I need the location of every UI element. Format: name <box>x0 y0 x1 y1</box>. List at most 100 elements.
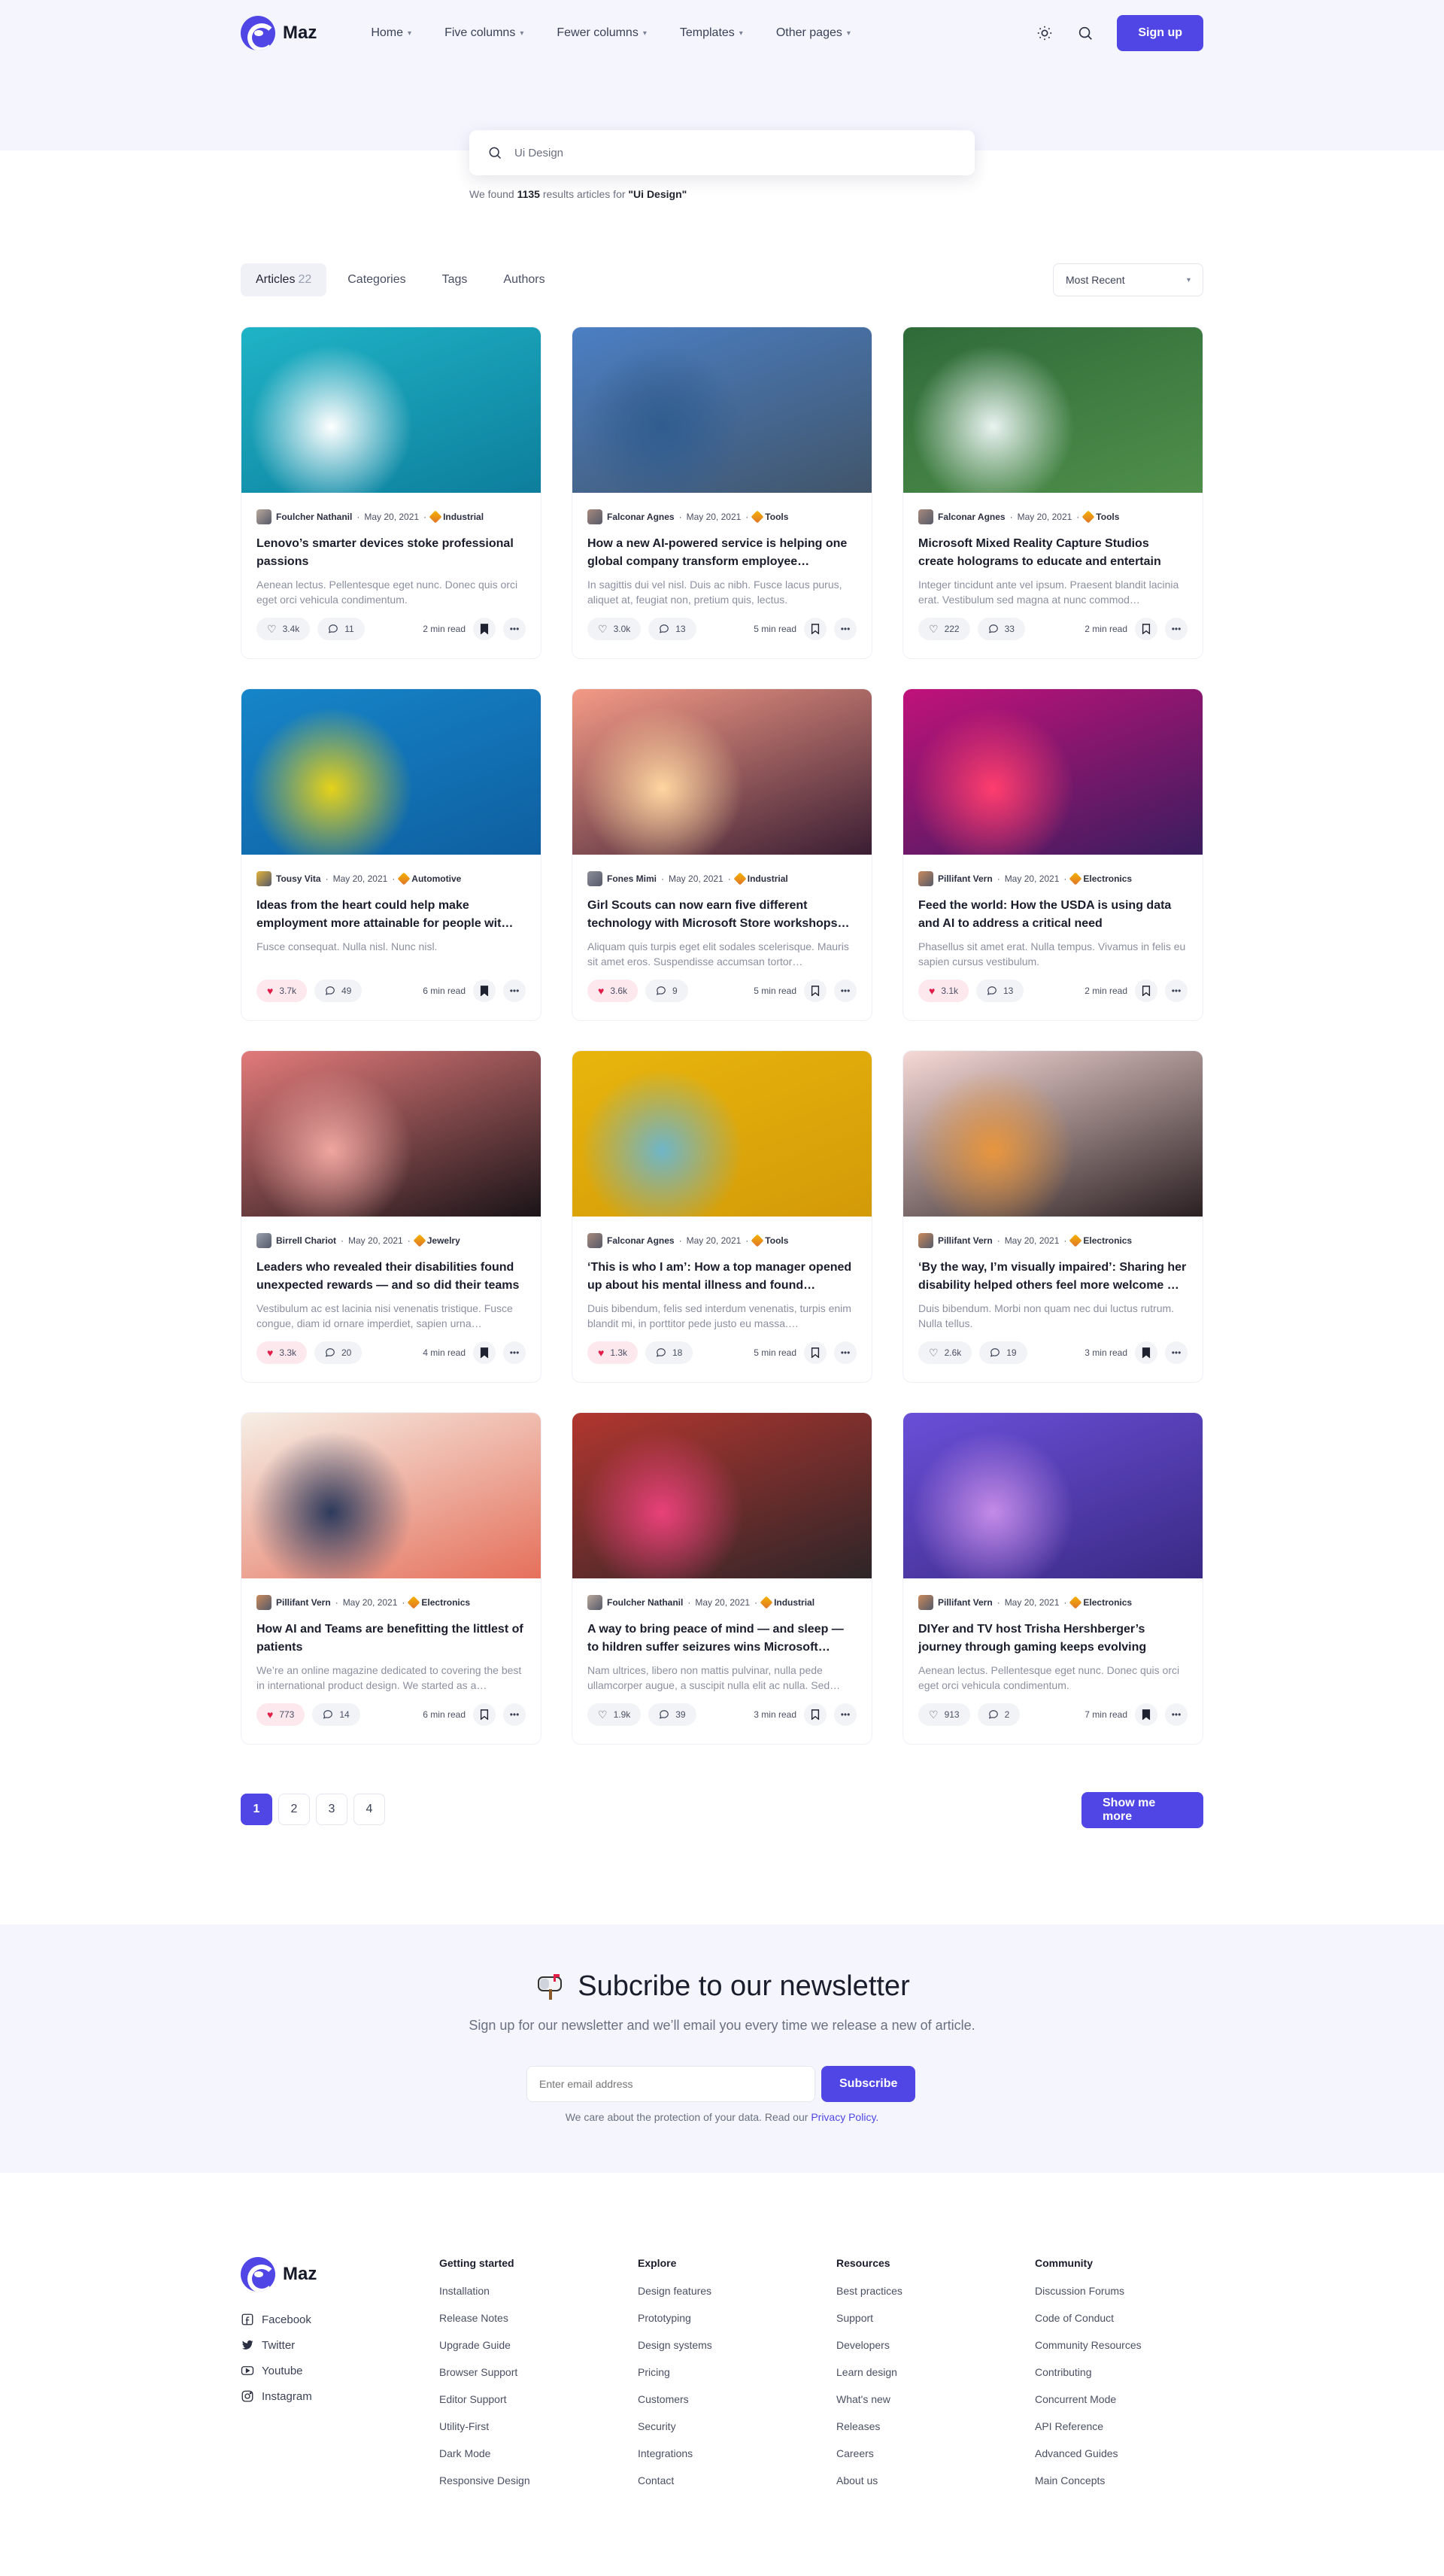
article-title[interactable]: How AI and Teams are benefitting the lit… <box>256 1621 526 1657</box>
like-button[interactable]: ♡ 222 <box>918 618 970 640</box>
more-options-button[interactable]: ••• <box>834 618 857 640</box>
social-instagram[interactable]: Instagram <box>241 2389 312 2403</box>
comment-button[interactable]: 33 <box>977 618 1025 640</box>
search-input[interactable] <box>514 146 936 159</box>
more-options-button[interactable]: ••• <box>503 980 526 1002</box>
article-card[interactable]: Pillifant Vern · May 20, 2021 · Electronics F… <box>902 688 1203 1021</box>
author-link[interactable]: Pillifant Vern <box>938 873 993 884</box>
like-button[interactable]: ♥ 773 <box>256 1703 305 1726</box>
footer-link[interactable]: Editor Support <box>439 2392 530 2420</box>
article-card[interactable]: Birrell Chariot · May 20, 2021 · Jewelry Lead… <box>241 1050 542 1383</box>
page-button[interactable]: 3 <box>316 1794 347 1825</box>
footer-logo[interactable]: Maz <box>241 2257 317 2292</box>
email-field[interactable] <box>526 2066 815 2102</box>
article-title[interactable]: Ideas from the heart could help make emp… <box>256 897 526 933</box>
nav-item-home[interactable]: Home ▾ <box>371 26 411 40</box>
category-link[interactable]: Electronics <box>1069 1596 1132 1609</box>
comment-button[interactable]: 11 <box>317 618 365 640</box>
footer-link[interactable]: Advanced Guides <box>1035 2447 1142 2474</box>
category-link[interactable]: Tools <box>751 1234 788 1247</box>
like-button[interactable]: ♥ 3.7k <box>256 980 307 1002</box>
footer-link[interactable]: Contact <box>638 2474 712 2501</box>
footer-link[interactable]: Pricing <box>638 2365 712 2392</box>
article-card[interactable]: Foulcher Nathanil · May 20, 2021 · Industria… <box>241 327 542 659</box>
more-options-button[interactable]: ••• <box>1165 1341 1188 1364</box>
article-thumbnail[interactable] <box>903 689 1203 855</box>
author-link[interactable]: Fones Mimi <box>607 873 657 884</box>
page-button[interactable]: 1 <box>241 1794 272 1825</box>
author-link[interactable]: Pillifant Vern <box>938 1597 993 1608</box>
category-link[interactable]: Industrial <box>760 1596 815 1609</box>
category-link[interactable]: Industrial <box>733 872 788 886</box>
category-link[interactable]: Tools <box>1081 510 1119 524</box>
footer-link[interactable]: Security <box>638 2420 712 2447</box>
comment-button[interactable]: 14 <box>312 1703 360 1726</box>
footer-link[interactable]: Utility-First <box>439 2420 530 2447</box>
footer-link[interactable]: Dark Mode <box>439 2447 530 2474</box>
bookmark-button[interactable] <box>473 1703 496 1726</box>
tab-tags[interactable]: Tags <box>427 263 483 296</box>
tab-authors[interactable]: Authors <box>488 263 560 296</box>
article-title[interactable]: Feed the world: How the USDA is using da… <box>918 897 1188 933</box>
footer-link[interactable]: Responsive Design <box>439 2474 530 2501</box>
article-thumbnail[interactable] <box>903 1413 1203 1578</box>
search-icon[interactable] <box>1076 24 1094 42</box>
footer-link[interactable]: Developers <box>836 2338 902 2365</box>
comment-button[interactable]: 49 <box>314 980 363 1002</box>
article-card[interactable]: Falconar Agnes · May 20, 2021 · Tools ‘This i… <box>572 1050 872 1383</box>
author-link[interactable]: Falconar Agnes <box>607 512 675 522</box>
like-button[interactable]: ♥ 3.3k <box>256 1341 307 1364</box>
category-link[interactable]: Electronics <box>1069 872 1132 886</box>
bookmark-button[interactable] <box>1135 980 1157 1002</box>
footer-link[interactable]: Upgrade Guide <box>439 2338 530 2365</box>
footer-link[interactable]: Release Notes <box>439 2311 530 2338</box>
article-title[interactable]: Leaders who revealed their disabilities … <box>256 1259 526 1295</box>
bookmark-button[interactable] <box>1135 1341 1157 1364</box>
comment-button[interactable]: 19 <box>979 1341 1027 1364</box>
author-link[interactable]: Tousy Vita <box>276 873 321 884</box>
article-card[interactable]: Falconar Agnes · May 20, 2021 · Tools How a n… <box>572 327 872 659</box>
article-thumbnail[interactable] <box>241 327 541 493</box>
article-thumbnail[interactable] <box>903 327 1203 493</box>
footer-link[interactable]: Code of Conduct <box>1035 2311 1142 2338</box>
footer-link[interactable]: Contributing <box>1035 2365 1142 2392</box>
comment-button[interactable]: 18 <box>645 1341 693 1364</box>
article-thumbnail[interactable] <box>572 1051 872 1217</box>
like-button[interactable]: ♡ 913 <box>918 1703 970 1726</box>
article-title[interactable]: How a new AI-powered service is helping … <box>587 535 857 571</box>
footer-link[interactable]: What's new <box>836 2392 902 2420</box>
footer-link[interactable]: About us <box>836 2474 902 2501</box>
article-thumbnail[interactable] <box>572 1413 872 1578</box>
comment-button[interactable]: 39 <box>648 1703 696 1726</box>
comment-button[interactable]: 20 <box>314 1341 363 1364</box>
comment-button[interactable]: 9 <box>645 980 688 1002</box>
more-options-button[interactable]: ••• <box>834 980 857 1002</box>
bookmark-button[interactable] <box>804 1703 827 1726</box>
more-options-button[interactable]: ••• <box>834 1703 857 1726</box>
footer-link[interactable]: Browser Support <box>439 2365 530 2392</box>
footer-link[interactable]: Main Concepts <box>1035 2474 1142 2501</box>
footer-link[interactable]: Careers <box>836 2447 902 2474</box>
footer-link[interactable]: Community Resources <box>1035 2338 1142 2365</box>
article-thumbnail[interactable] <box>572 327 872 493</box>
tab-categories[interactable]: Categories <box>332 263 420 296</box>
article-card[interactable]: Fones Mimi · May 20, 2021 · Industrial Girl S… <box>572 688 872 1021</box>
article-thumbnail[interactable] <box>241 1413 541 1578</box>
article-card[interactable]: Pillifant Vern · May 20, 2021 · Electronics H… <box>241 1412 542 1745</box>
footer-link[interactable]: Prototyping <box>638 2311 712 2338</box>
sort-select[interactable]: Most Recent ▾ <box>1053 263 1203 296</box>
more-options-button[interactable]: ••• <box>1165 618 1188 640</box>
footer-link[interactable]: Design features <box>638 2284 712 2311</box>
show-more-button[interactable]: Show me more <box>1081 1792 1203 1828</box>
article-card[interactable]: Pillifant Vern · May 20, 2021 · Electronics D… <box>902 1412 1203 1745</box>
footer-link[interactable]: Best practices <box>836 2284 902 2311</box>
like-button[interactable]: ♥ 3.1k <box>918 980 969 1002</box>
more-options-button[interactable]: ••• <box>1165 980 1188 1002</box>
comment-button[interactable]: 13 <box>648 618 696 640</box>
bookmark-button[interactable] <box>804 1341 827 1364</box>
like-button[interactable]: ♡ 1.9k <box>587 1703 642 1726</box>
author-link[interactable]: Foulcher Nathanil <box>276 512 352 522</box>
category-link[interactable]: Electronics <box>1069 1234 1132 1247</box>
more-options-button[interactable]: ••• <box>503 1703 526 1726</box>
author-link[interactable]: Pillifant Vern <box>276 1597 331 1608</box>
